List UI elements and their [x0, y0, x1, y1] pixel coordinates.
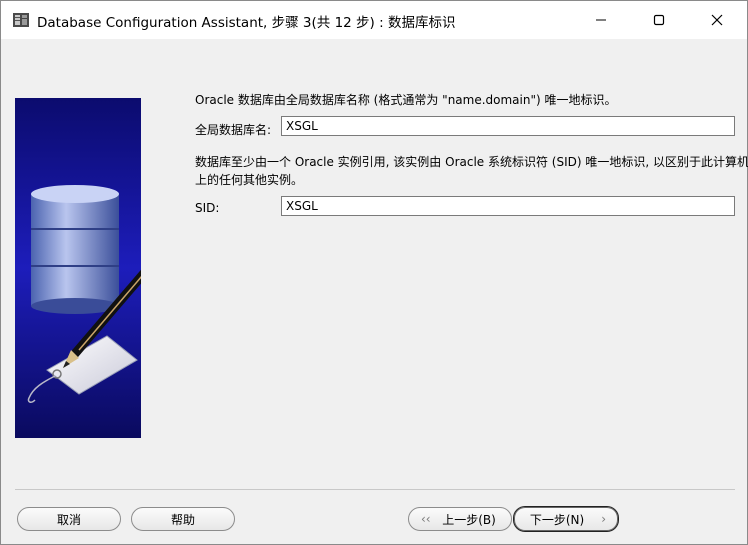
back-button[interactable]: ‹‹ 上一步(B): [408, 507, 512, 531]
sid-description-line2: 上的任何其他实例。: [195, 173, 304, 187]
cancel-button[interactable]: 取消: [17, 507, 121, 531]
minimize-icon: [596, 19, 606, 21]
maximize-icon: [653, 14, 665, 26]
sid-input[interactable]: XSGL: [281, 196, 735, 216]
next-button-label: 下一步(N): [529, 512, 585, 527]
next-button[interactable]: 下一步(N) ›: [513, 506, 619, 532]
window-title: Database Configuration Assistant, 步骤 3(共…: [37, 15, 456, 31]
chevron-right-icon: ›: [601, 512, 606, 526]
global-db-name-input[interactable]: XSGL: [281, 116, 735, 136]
sid-description-line1: 数据库至少由一个 Oracle 实例引用, 该实例由 Oracle 系统标识符 …: [195, 155, 748, 169]
app-icon: [13, 13, 29, 27]
maximize-button[interactable]: [636, 1, 682, 39]
help-button-label: 帮助: [170, 512, 195, 527]
database-illustration: [15, 98, 141, 438]
close-button[interactable]: [694, 1, 740, 39]
chevron-left-icon: ‹‹: [421, 512, 431, 526]
title-bar: Database Configuration Assistant, 步骤 3(共…: [1, 1, 747, 39]
minimize-button[interactable]: [578, 1, 624, 39]
close-icon: [711, 14, 723, 26]
cancel-button-label: 取消: [56, 512, 81, 527]
help-button[interactable]: 帮助: [131, 507, 235, 531]
dialog-window: Database Configuration Assistant, 步骤 3(共…: [0, 0, 748, 545]
back-button-label: 上一步(B): [442, 512, 496, 527]
global-db-label: 全局数据库名:: [195, 123, 272, 137]
intro-text: Oracle 数据库由全局数据库名称 (格式通常为 "name.domain")…: [195, 93, 617, 107]
divider: [15, 489, 735, 490]
sid-label: SID:: [195, 201, 220, 215]
